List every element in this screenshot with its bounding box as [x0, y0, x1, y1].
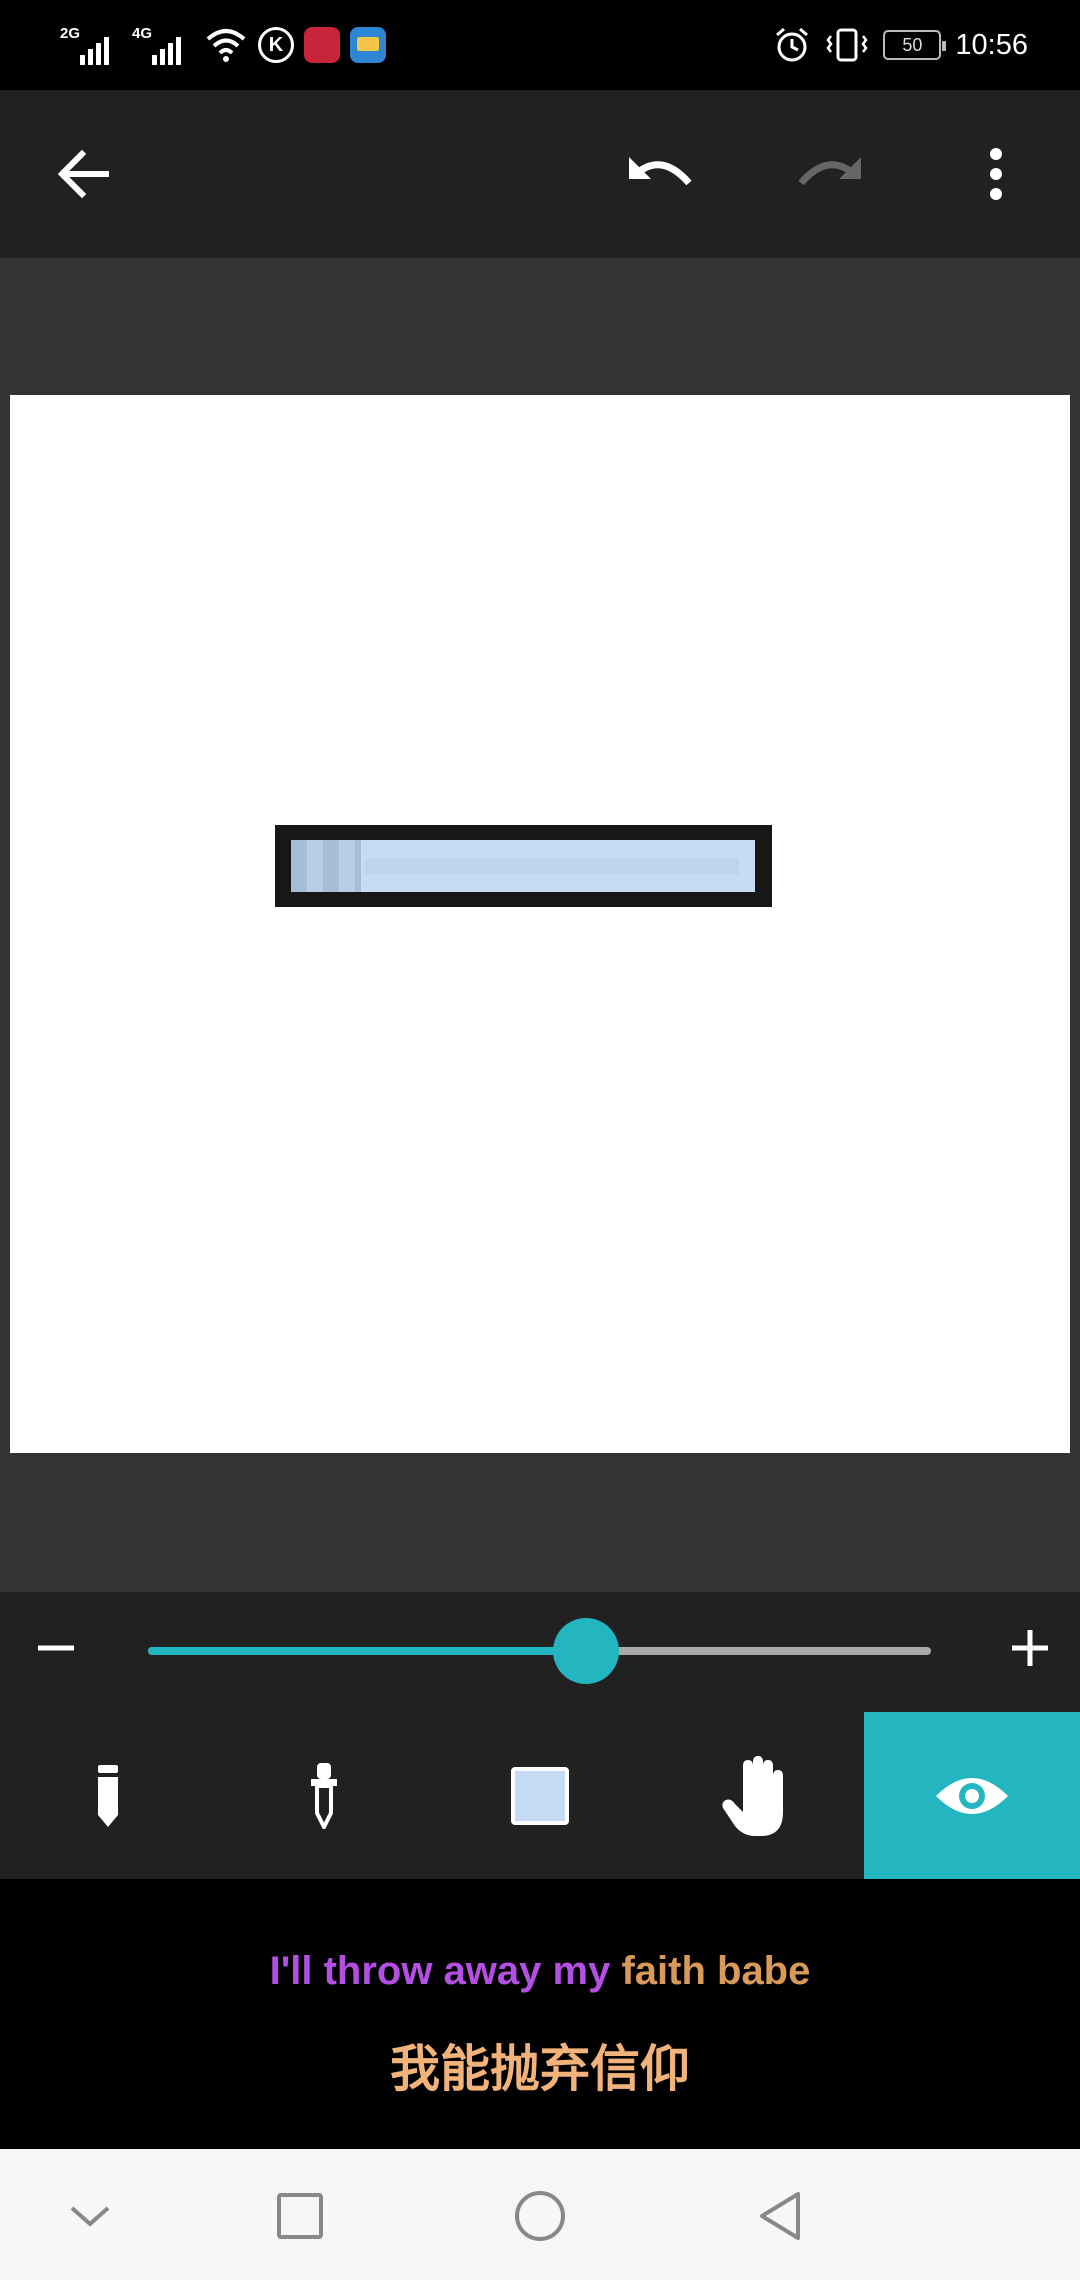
tool-row [0, 1712, 1080, 1879]
tool-preview[interactable] [864, 1712, 1080, 1879]
k-app-icon: K [258, 27, 294, 63]
brush-size-slider[interactable] [148, 1618, 931, 1684]
undo-button[interactable] [610, 124, 710, 224]
back-button[interactable] [34, 124, 134, 224]
more-vert-icon [990, 148, 1002, 200]
circle-icon [515, 2191, 565, 2241]
pencil-icon [98, 1764, 118, 1827]
lyric-chinese: 我能抛弃信仰 [390, 2040, 690, 2098]
slider-active-track [148, 1647, 587, 1655]
progress-inner-line [365, 858, 739, 874]
wallet-app-icon [350, 27, 386, 63]
signal-2g-label: 2G [60, 25, 81, 42]
minus-icon [38, 1645, 74, 1651]
status-time: 10:56 [955, 28, 1028, 61]
k-app-label: K [268, 33, 284, 56]
undo-icon [629, 157, 692, 186]
top-toolbar [0, 90, 1080, 258]
battery-icon: 50 [883, 30, 947, 60]
chevron-down-icon [70, 2206, 110, 2227]
lyrics-overlay: I'll throw away my faith babe 我能抛弃信仰 [0, 1879, 1080, 2149]
drawing-canvas[interactable] [10, 395, 1070, 1453]
nav-collapse-button[interactable] [48, 2174, 132, 2258]
pixel-progress-bar [275, 825, 772, 907]
lyric-english: I'll throw away my faith babe [0, 1949, 1080, 1994]
plus-icon [1012, 1630, 1048, 1666]
arrow-left-icon [57, 149, 109, 199]
huawei-app-icon [304, 27, 340, 63]
eye-icon [936, 1777, 1008, 1814]
tool-color[interactable] [432, 1712, 648, 1879]
more-options-button[interactable] [946, 124, 1046, 224]
slider-thumb[interactable] [553, 1618, 620, 1684]
redo-icon [798, 157, 861, 186]
progress-track [291, 840, 755, 892]
nav-back-button[interactable] [738, 2174, 822, 2258]
nav-home-button[interactable] [498, 2174, 582, 2258]
color-swatch-icon [511, 1766, 569, 1825]
triangle-back-icon [760, 2192, 800, 2240]
tool-pencil[interactable] [0, 1712, 216, 1879]
hand-icon [722, 1755, 783, 1836]
brush-size-row [0, 1592, 1080, 1712]
system-nav-bar [0, 2149, 1080, 2280]
nav-recents-button[interactable] [258, 2174, 342, 2258]
battery-level: 50 [902, 34, 923, 55]
status-left: 2G 4G K [60, 22, 386, 68]
status-right: 50 10:56 [773, 22, 1028, 68]
canvas-area [0, 258, 1080, 1592]
tool-pan[interactable] [648, 1712, 864, 1879]
wifi-icon [206, 29, 246, 62]
vibrate-icon [826, 28, 868, 62]
tool-eyedropper[interactable] [216, 1712, 432, 1879]
signal-2g-icon: 2G [60, 25, 122, 65]
increase-size-button[interactable] [994, 1612, 1066, 1684]
lyric-english-sung: I'll throw away my [269, 1949, 611, 1993]
alarm-icon [776, 27, 809, 62]
signal-4g-icon: 4G [132, 25, 194, 65]
lyric-english-rest: faith babe [610, 1949, 811, 1993]
redo-button[interactable] [780, 124, 880, 224]
decrease-size-button[interactable] [20, 1612, 92, 1684]
eyedropper-icon [311, 1762, 337, 1829]
signal-4g-label: 4G [132, 25, 153, 42]
progress-fill [291, 840, 361, 892]
status-bar: 2G 4G K 50 10:56 [0, 0, 1080, 90]
square-icon [277, 2193, 323, 2239]
